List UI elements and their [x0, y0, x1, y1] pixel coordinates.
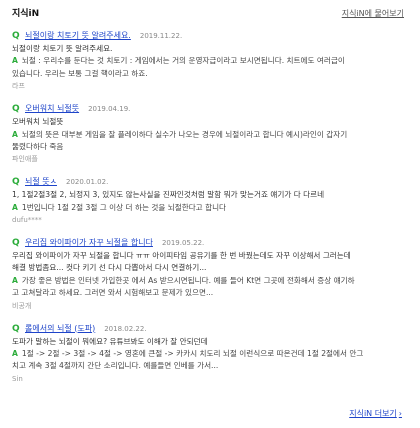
answer-icon: A [12, 129, 18, 139]
question-date: 2019.11.22. [139, 32, 183, 40]
more-knowledge-in-link[interactable]: 지식iN 더보기 › [349, 408, 402, 420]
knowledge-in-panel: 지식iN 지식iN에 물어보기 Q 뇌절이랑 치토기 뜻 알려주세요. 2019… [0, 0, 420, 428]
answer-line: A 가장 좋은 방법은 인터넷 가입한곳 에서 As 받으시면됩니다. 예를 들어… [12, 275, 355, 285]
question-title-link[interactable]: 오버워치 뇌절뜻 [25, 103, 79, 115]
answer-line: A 1번입니다 1절 2절 3절 그 이상 더 하는 것을 뇌절한다고 합니다 [12, 202, 227, 212]
answer-icon: A [12, 275, 18, 285]
question-text: 뇌절이랑 치토기 뜻 알려주세요. [12, 44, 113, 53]
answer-icon: A [12, 56, 18, 66]
question-date: 2020.01.02. [65, 178, 109, 187]
panel-header: 지식iN 지식iN에 물어보기 [12, 8, 404, 22]
question-icon: Q [12, 237, 20, 248]
answer-line: 치고 계속 3절 4절까지 간단 소리입니다. 예를들면 인베를 가서... [12, 361, 219, 371]
ask-knowledge-in-link[interactable]: 지식iN에 물어보기 [342, 8, 404, 20]
answer-line: A 뇌절의 뜻은 대부분 게임을 잘 플레이하다 실수가 나오는 경우에 뇌절이라… [12, 129, 348, 139]
question-text: 오버워치 뇌절뜻 [12, 117, 64, 127]
qa-item: Q 뇌절 뜻ㅅ 2020.01.02. 1, 1절2절3절 2, 뇌정지 3, … [12, 176, 408, 226]
answer-line: 뚫렸다하다 죽음 [12, 141, 64, 151]
question-icon: Q [12, 323, 20, 334]
question-title-link[interactable]: 우리집 와이파이가 자꾸 뇌절을 합니다 [25, 237, 153, 249]
question-icon: Q [12, 177, 20, 188]
answer-line: 고 고쳐달라고 하세요. 그러면 와서 시험해보고 문제가 있으면... [12, 288, 214, 298]
author-name: 라프 [12, 82, 25, 91]
qa-list: Q 뇌절이랑 치토기 뜻 알려주세요. 2019.11.22. 뇌절이랑 치토기… [12, 30, 408, 396]
answer-line: 있습니다. 우리는 보통 그걸 핵이라고 하죠. [12, 68, 148, 78]
author-name: dufu**** [12, 216, 42, 225]
question-text: 1, 1절2절3절 2, 뇌정지 3, 있지도 않는사실을 진짜인것처럼 말함 … [12, 190, 325, 200]
qa-item: Q 오버워치 뇌절뜻 2019.04.19. 오버워치 뇌절뜻 A 뇌절의 뜻은 … [12, 103, 408, 166]
answer-icon: A [12, 348, 18, 358]
author-name: 파인애플 [12, 155, 38, 164]
answer-icon: A [12, 202, 18, 212]
author-name: Sin [12, 374, 23, 383]
question-text: 우리집 와이파이가 자꾸 뇌절을 합니다 ㅠㅠ 아이피타임 공유기를 한 번 바… [12, 250, 351, 260]
qa-item: Q 뇌절이랑 치토기 뜻 알려주세요. 2019.11.22. 뇌절이랑 치토기… [12, 30, 408, 93]
author-name: 비공개 [12, 301, 32, 310]
question-text: 해결 방법좀요... 컷다 키기 선 다시 다뽑아서 다시 연결하기... [12, 263, 207, 273]
question-title-link[interactable]: 롤에서의 뇌절 (도파) [25, 323, 95, 335]
question-date: 2018.02.22. [104, 324, 147, 333]
question-date: 2019.04.19. [88, 105, 131, 114]
question-icon: Q [12, 31, 20, 41]
question-text: 도파가 말하는 뇌절이 뭐에요? 유튜브봐도 이해가 잘 안되던데 [12, 336, 208, 346]
qa-item: Q 롤에서의 뇌절 (도파) 2018.02.22. 도파가 말하는 뇌절이 뭐… [12, 323, 408, 386]
question-title-link[interactable]: 뇌절이랑 치토기 뜻 알려주세요. [25, 30, 131, 42]
question-date: 2019.05.22. [161, 238, 205, 247]
question-title-link[interactable]: 뇌절 뜻ㅅ [25, 176, 57, 188]
question-icon: Q [12, 104, 20, 115]
chevron-right-icon: › [398, 409, 402, 418]
section-title: 지식iN [12, 9, 40, 19]
qa-item: Q 우리집 와이파이가 자꾸 뇌절을 합니다 2019.05.22. 우리집 와… [12, 237, 408, 312]
more-link-label: 지식iN 더보기 [349, 409, 397, 418]
answer-line: A 뇌절 : 우리수를 둔다는 것 치토기 : 게임에서는 거의 운영자급이라고 … [12, 56, 345, 66]
answer-line: A 1절 -> 2절 -> 3절 -> 4절 -> 영혼에 큰절 -> 카카시 치… [12, 348, 364, 358]
